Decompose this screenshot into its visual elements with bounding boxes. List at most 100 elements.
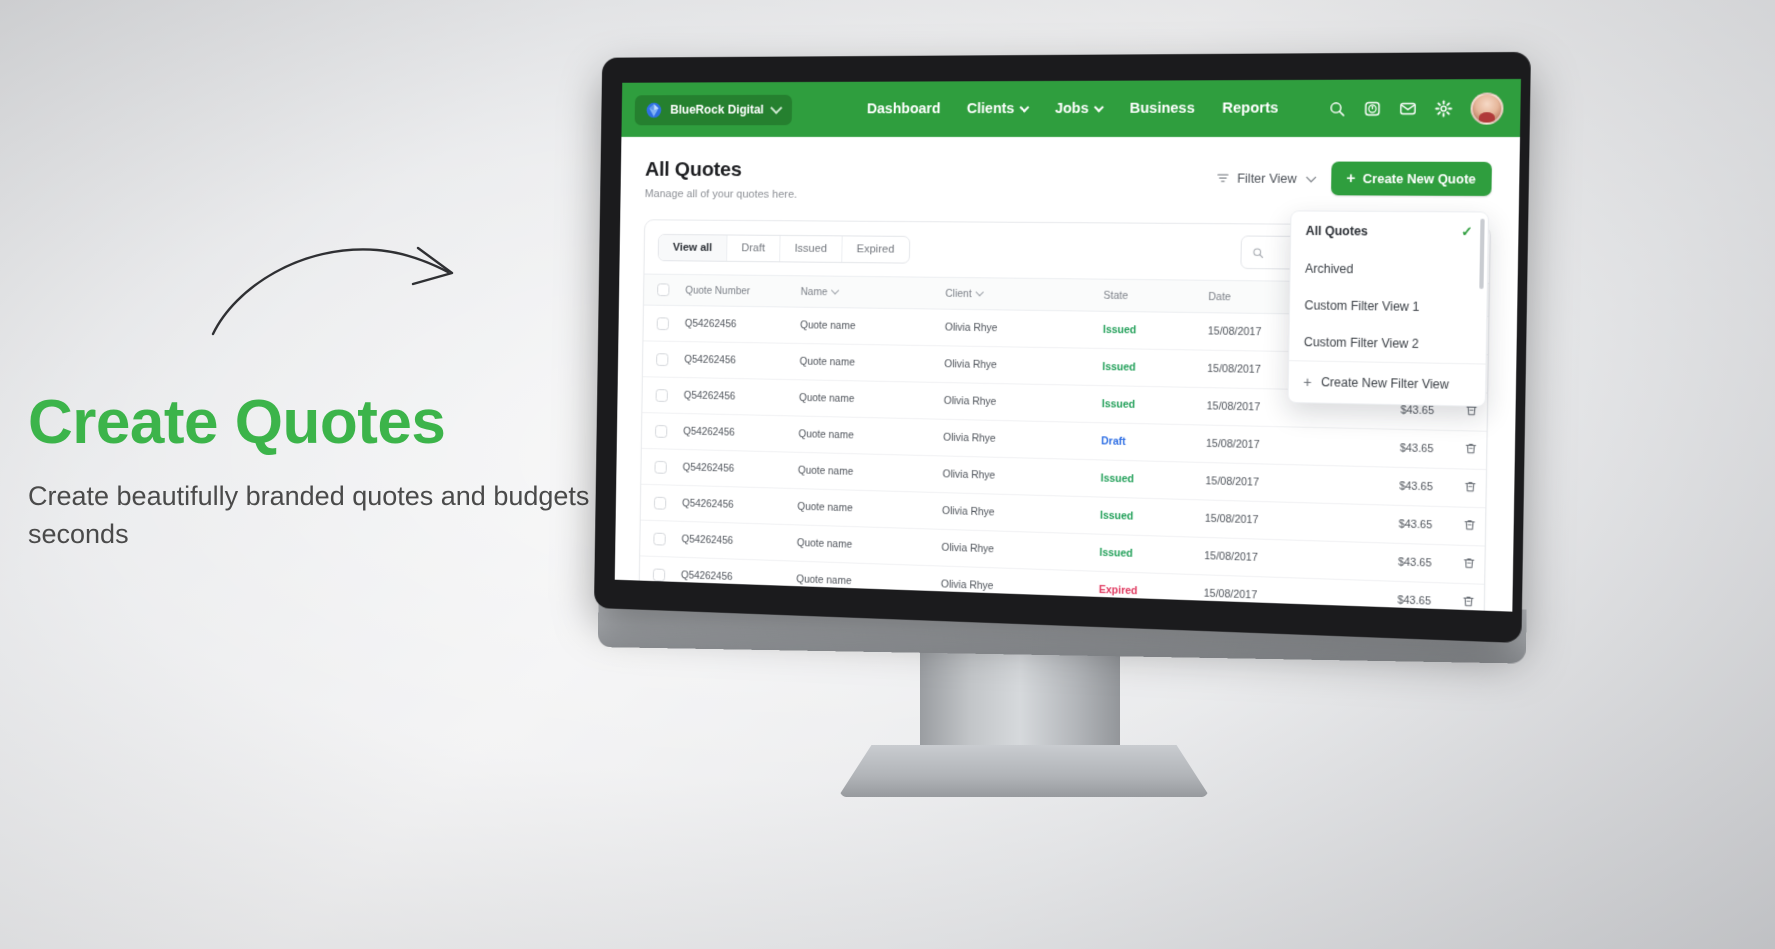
col-quote-number[interactable]: Quote Number [677,274,794,308]
status-badge: Issued [1100,472,1135,486]
monitor: BlueRock Digital Dashboard Clients Jobs [566,45,1531,845]
nav-link-reports[interactable]: Reports [1222,100,1278,116]
trash-icon[interactable] [1463,442,1477,456]
filter-view-dropdown[interactable]: Filter View [1217,171,1316,186]
cell-name: Quote name [792,307,938,346]
tab-draft[interactable]: Draft [727,234,781,261]
search-icon[interactable] [1328,100,1346,117]
row-checkbox[interactable] [654,460,667,474]
page-title: All Quotes [644,158,742,181]
cell-name: Quote name [791,343,937,383]
row-checkbox[interactable] [656,352,669,366]
row-select-cell [642,340,678,378]
monitor-stand-base [838,745,1210,797]
menu-item-label: Custom Filter View 1 [1304,298,1420,315]
chevron-down-icon [1019,102,1030,112]
row-select-cell [639,555,674,593]
nav-link-dashboard[interactable]: Dashboard [867,101,941,117]
gear-icon[interactable] [1435,99,1453,117]
cell-delete[interactable] [1439,582,1491,612]
cell-quote-number: Q54262456 [677,305,793,344]
trash-icon[interactable] [1462,518,1476,532]
menu-item-archived[interactable]: Archived [1290,250,1487,289]
menu-item-create-new-filter-view[interactable]: + Create New Filter View [1289,361,1486,406]
row-select-cell [641,448,676,486]
nav-link-clients[interactable]: Clients [967,101,1030,117]
row-checkbox[interactable] [655,424,668,438]
cell-date: 15/08/2017 [1195,537,1320,579]
chevron-down-icon [770,101,783,114]
cell-quote-number: Q54262456 [676,341,793,380]
row-checkbox[interactable] [653,532,666,546]
cell-name: Quote name [789,488,935,530]
row-checkbox[interactable] [652,567,666,582]
row-checkbox[interactable] [653,496,667,510]
row-checkbox[interactable] [655,388,668,402]
menu-item-custom-filter-view-2[interactable]: Custom Filter View 2 [1289,323,1486,363]
menu-item-custom-filter-view-1[interactable]: Custom Filter View 1 [1290,287,1487,326]
nav-icon-group [1328,91,1504,125]
curved-arrow-icon [211,246,454,336]
cell-amount: $43.65 [1319,465,1442,507]
cell-date: 15/08/2017 [1196,499,1320,541]
tab-view-all[interactable]: View all [658,234,728,261]
cell-delete[interactable] [1441,430,1491,470]
select-all-checkbox[interactable] [657,283,670,297]
cell-state: Issued [1093,385,1199,425]
status-badge: Issued [1099,509,1134,523]
cell-quote-number: Q54262456 [675,377,792,416]
status-badge: Draft [1101,435,1126,448]
status-badge: Issued [1101,398,1136,411]
cell-state: Issued [1092,459,1198,500]
app-navbar: BlueRock Digital Dashboard Clients Jobs [621,78,1521,138]
monitor-bezel: BlueRock Digital Dashboard Clients Jobs [593,51,1531,644]
brand-selector[interactable]: BlueRock Digital [634,94,793,125]
cell-amount: $43.65 [1320,427,1443,469]
page-content: All Quotes Manage all of your quotes her… [615,137,1520,612]
cell-quote-number: Q54262456 [673,521,790,561]
cell-name: Quote name [788,524,934,566]
marketing-subline: Create beautifully branded quotes and bu… [28,481,618,550]
cell-delete[interactable] [1439,544,1491,585]
avatar[interactable] [1470,91,1504,125]
nav-link-label: Business [1129,100,1195,117]
row-checkbox[interactable] [656,316,669,330]
cell-quote-number: Q54262456 [674,449,791,489]
timer-icon[interactable] [1363,100,1381,117]
col-name[interactable]: Name [792,275,938,310]
cell-client: Olivia Rhye [933,492,1093,534]
cell-client: Olivia Rhye [932,602,1091,612]
tab-expired[interactable]: Expired [842,236,909,262]
cell-client: Olivia Rhye [934,455,1093,497]
header-actions: Filter View + Create New Quote [1216,159,1492,197]
cell-quote-number: Q54262456 [675,413,792,453]
cell-state: Issued [1094,348,1200,388]
cell-date: 15/08/2017 [1197,462,1321,504]
col-client[interactable]: Client [937,277,1096,312]
cell-state: Issued [1091,496,1198,538]
mail-icon[interactable] [1399,99,1417,117]
screen: BlueRock Digital Dashboard Clients Jobs [614,78,1521,612]
col-client-label: Client [945,287,972,300]
cell-client: Olivia Rhye [935,382,1095,423]
row-select-cell [642,376,677,414]
cell-delete[interactable] [1440,506,1491,547]
nav-link-jobs[interactable]: Jobs [1054,100,1105,117]
create-new-quote-button[interactable]: + Create New Quote [1330,161,1492,197]
trash-icon[interactable] [1462,556,1476,570]
cell-delete[interactable] [1440,468,1491,509]
cell-state: Draft [1092,422,1199,463]
trash-icon[interactable] [1463,480,1477,494]
cell-amount: $43.65 [1318,578,1440,612]
col-state[interactable]: State [1095,279,1201,313]
nav-link-label: Jobs [1054,100,1089,117]
tab-issued[interactable]: Issued [780,235,843,262]
menu-item-all-quotes[interactable]: All Quotes ✓ [1291,211,1488,251]
nav-link-label: Reports [1222,100,1279,117]
nav-link-business[interactable]: Business [1130,101,1195,117]
cell-quote-number: Q54262456 [674,485,790,525]
cell-amount: $43.65 [1318,540,1441,583]
trash-icon[interactable] [1461,594,1475,608]
page-subtitle: Manage all of your quotes here. [644,188,798,201]
cell-state: Expired [1090,571,1196,612]
